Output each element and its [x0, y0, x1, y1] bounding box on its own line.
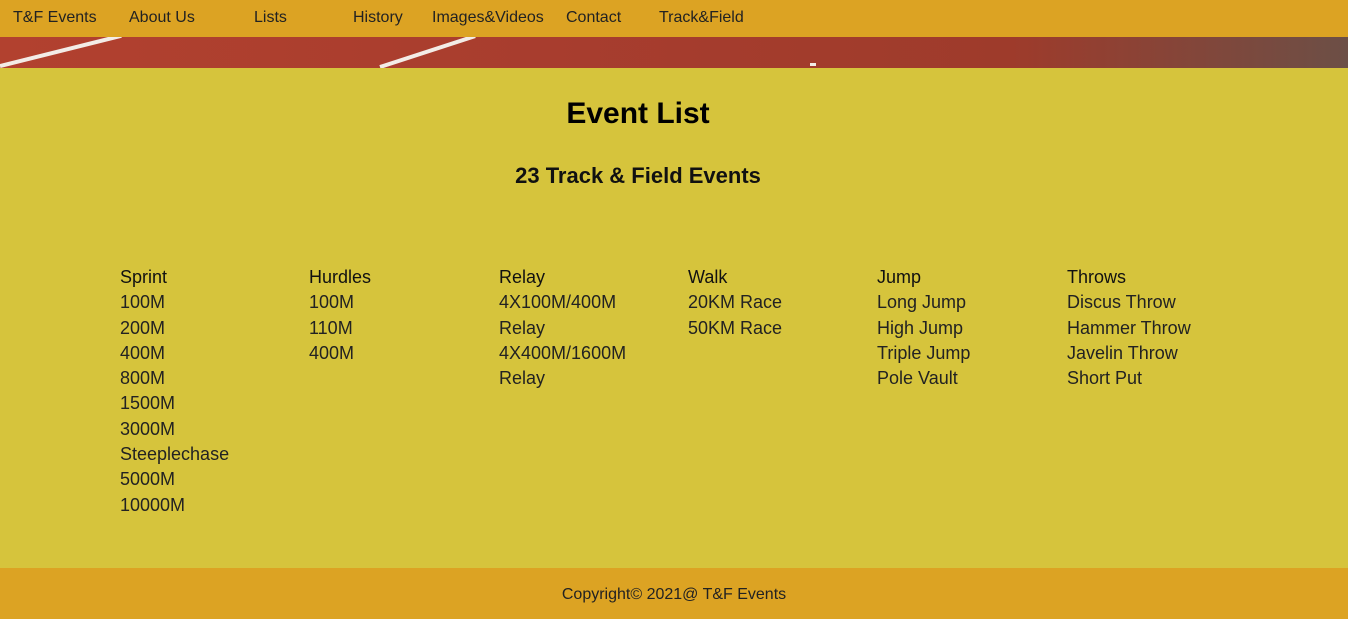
nav-link-track-field[interactable]: Track&Field — [659, 0, 744, 37]
page-subtitle: 23 Track & Field Events — [515, 163, 761, 188]
event-item: Steeplechase — [120, 444, 230, 465]
event-item: 5000M — [120, 469, 176, 490]
event-item: 50KM Race — [688, 317, 783, 338]
top-navbar: T&F Events About Us Lists History Images… — [0, 0, 1348, 37]
event-item: 110M — [309, 317, 353, 338]
event-item: Triple Jump — [877, 342, 971, 363]
event-item: 1500M — [120, 393, 176, 414]
lane-line — [0, 37, 122, 68]
event-item: Javelin Throw — [1067, 342, 1178, 363]
event-list-section: Event List 23 Track & Field Events Sprin… — [0, 68, 1348, 568]
column-heading: Relay — [499, 267, 546, 287]
event-item: Discus Throw — [1067, 292, 1176, 313]
event-item: High Jump — [877, 317, 964, 338]
copyright-text: Copyright© 2021@ T&F Events — [561, 586, 787, 603]
column-heading: Hurdles — [309, 267, 372, 287]
event-item: 800M — [120, 368, 166, 389]
event-item: 200M — [120, 317, 166, 338]
event-item: 3000M — [120, 418, 176, 439]
event-item: 4X400M/1600M — [499, 342, 627, 363]
event-item: Long Jump — [877, 292, 967, 313]
track-banner-image — [0, 37, 1348, 68]
nav-link-lists[interactable]: Lists — [254, 0, 287, 37]
event-item: 100M — [120, 292, 166, 313]
nav-link-home[interactable]: T&F Events — [13, 0, 97, 37]
event-item: Relay — [499, 368, 546, 389]
event-item: 400M — [120, 342, 166, 363]
nav-link-about-us[interactable]: About Us — [129, 0, 195, 37]
event-column-hurdles: Hurdles 100M 110M 400M — [309, 265, 489, 366]
event-column-relay: Relay 4X100M/400M Relay 4X400M/1600M Rel… — [499, 265, 679, 391]
page-footer: Copyright© 2021@ T&F Events — [0, 568, 1348, 619]
event-item: Hammer Throw — [1067, 317, 1191, 338]
event-column-throws: Throws Discus Throw Hammer Throw Javelin… — [1067, 265, 1247, 391]
nav-link-contact[interactable]: Contact — [566, 0, 621, 37]
event-item: Relay — [499, 317, 546, 338]
lane-mark — [810, 63, 816, 66]
event-item: Pole Vault — [877, 368, 958, 389]
nav-link-images-videos[interactable]: Images&Videos — [432, 0, 544, 37]
event-item: 400M — [309, 342, 355, 363]
column-heading: Jump — [877, 267, 922, 287]
event-item: 100M — [309, 292, 355, 313]
nav-link-history[interactable]: History — [353, 0, 403, 37]
column-heading: Walk — [688, 267, 728, 287]
event-column-sprint: Sprint 100M 200M 400M 800M 1500M 3000M S… — [120, 265, 300, 518]
column-heading: Throws — [1067, 267, 1127, 287]
event-column-walk: Walk 20KM Race 50KM Race — [688, 265, 868, 341]
event-item: 10000M — [120, 494, 186, 515]
event-item: Short Put — [1067, 368, 1143, 389]
event-item: 20KM Race — [688, 292, 783, 313]
page-title: Event List — [566, 97, 710, 130]
column-heading: Sprint — [120, 267, 168, 287]
lane-line — [379, 37, 476, 68]
event-column-jump: Jump Long Jump High Jump Triple Jump Pol… — [877, 265, 1057, 391]
event-item: 4X100M/400M — [499, 292, 617, 313]
